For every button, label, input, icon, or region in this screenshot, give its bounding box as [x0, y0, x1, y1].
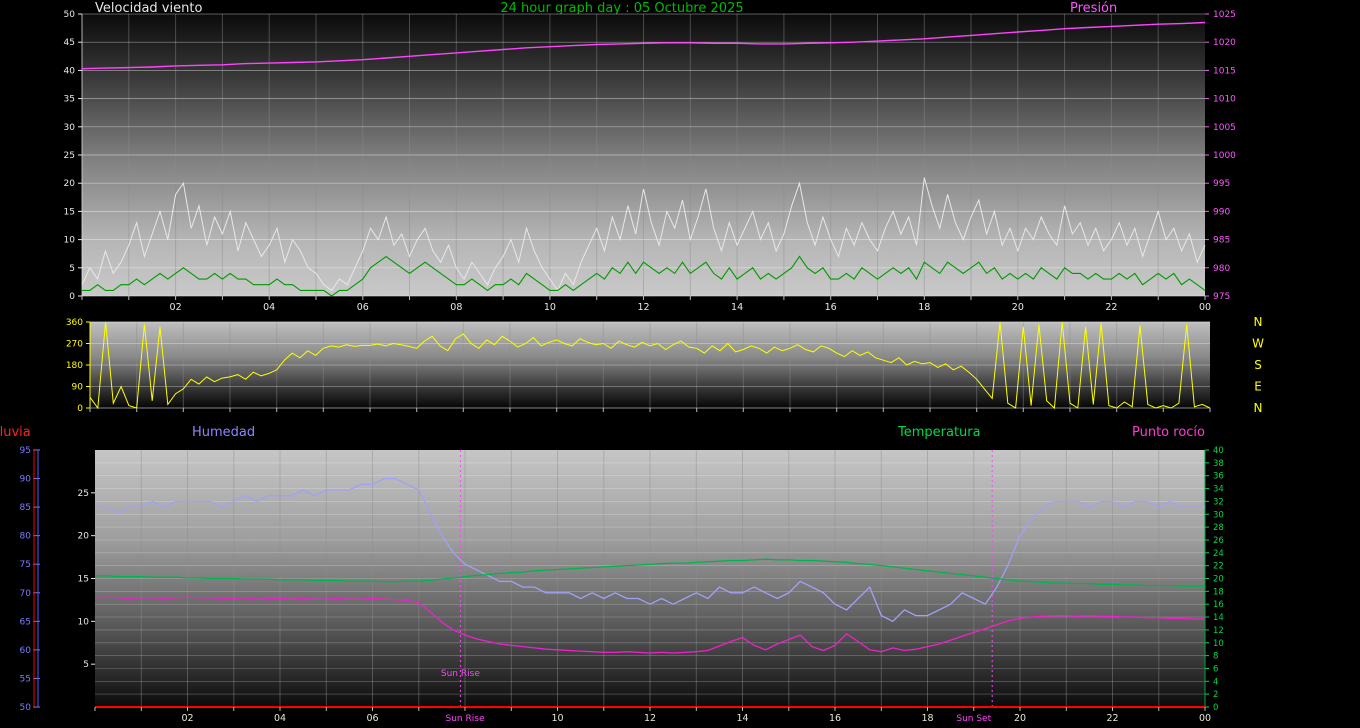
humidity-axis-label: 95 [20, 446, 31, 456]
pressure-axis-label: 1005 [1213, 123, 1236, 133]
pressure-axis-label: 1025 [1213, 10, 1236, 20]
temperature-axis-label: 32 [1213, 497, 1224, 507]
inner-axis-label: 15 [78, 575, 89, 585]
x-axis-label: 18 [918, 302, 930, 313]
sunset-axis-label: Sun Set [956, 714, 991, 724]
x-axis-label: 02 [181, 713, 193, 724]
temperature-axis-label: 0 [1213, 703, 1218, 713]
pressure-axis-label: 985 [1213, 236, 1230, 246]
x-axis-label: 20 [1012, 302, 1024, 313]
humidity-axis-label: 50 [20, 703, 32, 713]
temperature-axis-label: 16 [1213, 600, 1224, 610]
x-axis-label: 16 [825, 302, 837, 313]
temperature-axis-label: 28 [1213, 523, 1224, 533]
x-axis-label: 14 [731, 302, 743, 313]
temperature-axis-label: 20 [1213, 575, 1224, 585]
x-axis-label: 04 [274, 713, 286, 724]
x-axis-label: 22 [1106, 713, 1118, 724]
temperature-axis-label: 18 [1213, 587, 1224, 597]
temperature-axis-label: 24 [1213, 549, 1224, 559]
inner-axis-label: 5 [83, 660, 89, 670]
compass-letter: S [1254, 358, 1262, 372]
x-axis-label: 12 [644, 713, 656, 724]
weather-graph-page: Velocidad viento 24 hour graph day : 05 … [0, 0, 1360, 728]
temperature-axis-label: 10 [1213, 639, 1224, 649]
wind-axis-label: 50 [64, 10, 76, 20]
temperature-axis-label: 30 [1213, 510, 1224, 520]
wind-axis-label: 20 [64, 179, 76, 189]
temperature-axis-label: 4 [1213, 677, 1218, 687]
wind-axis-label: 40 [64, 66, 76, 76]
wind-axis-label: 0 [69, 292, 75, 302]
temperature-axis-label: 2 [1213, 690, 1218, 700]
wind-axis-label: 25 [64, 151, 75, 161]
compass-letter: N [1254, 401, 1263, 415]
humidity-axis-label: 90 [20, 475, 32, 485]
wind-axis-label: 35 [64, 95, 75, 105]
direction-axis-label: 180 [66, 361, 83, 371]
temperature-axis-label: 12 [1213, 626, 1224, 636]
pressure-axis-label: 990 [1213, 207, 1230, 217]
humidity-axis-label: 70 [20, 589, 32, 599]
x-axis-label: 10 [551, 713, 563, 724]
x-axis-label: 14 [736, 713, 748, 724]
wind-axis-label: 10 [64, 236, 76, 246]
x-axis-label: 18 [921, 713, 933, 724]
x-axis-label: 00 [1199, 713, 1211, 724]
wind-axis-label: 15 [64, 207, 75, 217]
temperature-axis-label: 14 [1213, 613, 1224, 623]
x-axis-label: 20 [1014, 713, 1026, 724]
pressure-axis-label: 980 [1213, 264, 1230, 274]
temperature-axis-label: 6 [1213, 664, 1218, 674]
x-axis-label: 02 [170, 302, 182, 313]
sunrise-axis-label: Sun Rise [446, 714, 485, 724]
charts-canvas: 5045403530252015105010251020101510101005… [0, 0, 1360, 728]
direction-axis-label: 90 [72, 383, 84, 393]
temperature-axis-label: 40 [1213, 446, 1224, 456]
temperature-axis-label: 34 [1213, 485, 1224, 495]
humidity-axis-label: 65 [20, 617, 31, 627]
humidity-axis-label: 80 [20, 532, 32, 542]
x-axis-label: 22 [1105, 302, 1117, 313]
x-axis-label: 06 [366, 713, 378, 724]
x-axis-label: 10 [544, 302, 556, 313]
wind-axis-label: 30 [64, 123, 76, 133]
temperature-axis-label: 36 [1213, 472, 1224, 482]
compass-letter: N [1254, 315, 1263, 329]
pressure-axis-label: 1010 [1213, 95, 1236, 105]
x-axis-label: 04 [263, 302, 275, 313]
x-axis-label: 12 [637, 302, 649, 313]
direction-axis-label: 0 [77, 404, 83, 414]
direction-axis-label: 270 [66, 340, 83, 350]
wind-pressure-chart: 5045403530252015105010251020101510101005… [64, 10, 1237, 313]
humidity-axis-label: 75 [20, 560, 31, 570]
pressure-axis-label: 975 [1213, 292, 1230, 302]
compass-letter: W [1252, 337, 1264, 351]
pressure-axis-label: 1020 [1213, 38, 1236, 48]
temperature-axis-label: 38 [1213, 459, 1224, 469]
direction-axis-label: 360 [66, 318, 83, 328]
wind-axis-label: 45 [64, 38, 75, 48]
compass-letter: E [1254, 380, 1262, 394]
humidity-temperature-chart: 4038363432302826242220181614121086420959… [20, 446, 1224, 724]
x-axis-label: 16 [829, 713, 841, 724]
inner-axis-label: 20 [78, 532, 90, 542]
sunrise-annotation: Sun Rise [441, 669, 480, 679]
temperature-axis-label: 26 [1213, 536, 1224, 546]
humidity-axis-label: 60 [20, 646, 32, 656]
x-axis-label: 08 [450, 302, 462, 313]
x-axis-label: 06 [357, 302, 369, 313]
inner-axis-label: 25 [78, 489, 89, 499]
wind-direction-chart: 360 N 270 W 180 S 90 E 0 N [66, 315, 1264, 415]
inner-axis-label: 10 [78, 617, 90, 627]
temperature-axis-label: 8 [1213, 652, 1218, 662]
humidity-axis-label: 55 [20, 674, 31, 684]
x-axis-label: 00 [1199, 302, 1211, 313]
pressure-axis-label: 1015 [1213, 66, 1236, 76]
pressure-axis-label: 995 [1213, 179, 1230, 189]
humidity-axis-label: 85 [20, 503, 31, 513]
temperature-axis-label: 22 [1213, 562, 1224, 572]
pressure-axis-label: 1000 [1213, 151, 1236, 161]
wind-axis-label: 5 [69, 264, 75, 274]
